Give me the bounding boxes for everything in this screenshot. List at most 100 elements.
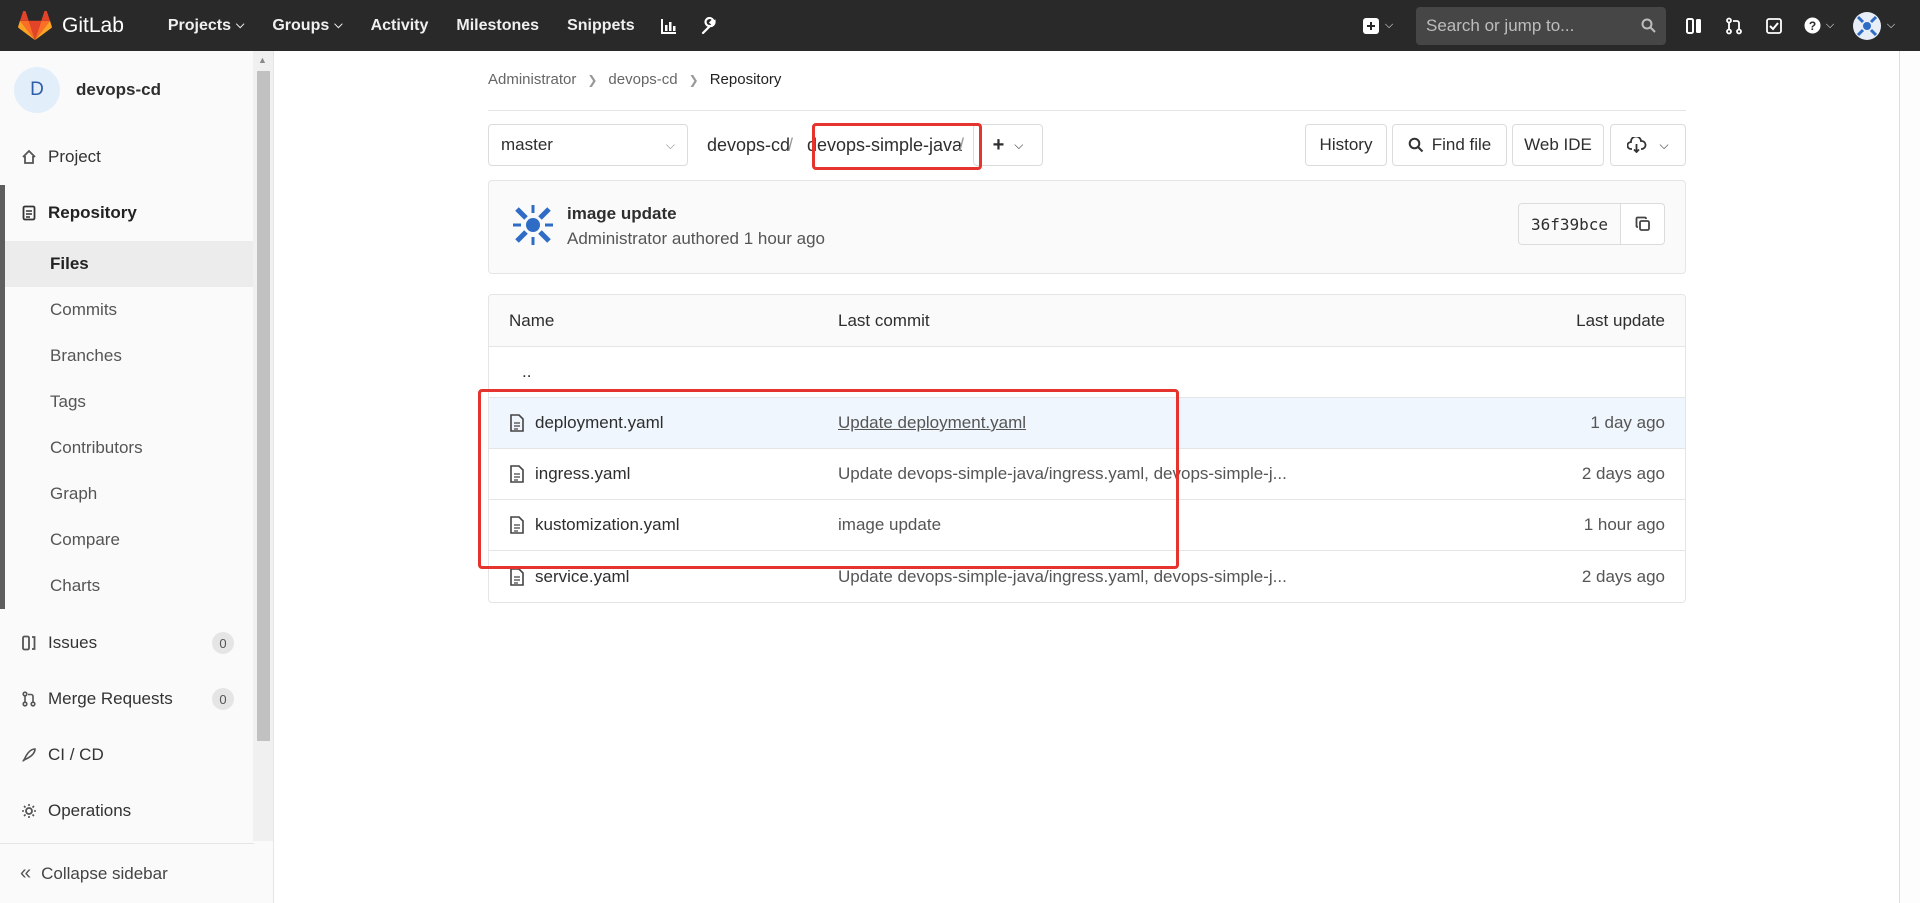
sidebar-subitem-contributors[interactable]: Contributors	[5, 425, 254, 471]
merge-requests-count-badge: 0	[212, 688, 234, 710]
file-name-cell: kustomization.yaml	[509, 500, 680, 550]
chevron-down-icon: ⌵	[1659, 137, 1669, 152]
search-bar[interactable]	[1416, 6, 1666, 45]
file-name-cell: service.yaml	[509, 551, 629, 602]
collapse-sidebar-button[interactable]: « Collapse sidebar	[0, 843, 254, 903]
file-icon	[510, 465, 524, 483]
nav-milestones[interactable]: Milestones	[442, 17, 553, 35]
sidebar-item-operations[interactable]: Operations	[0, 783, 254, 839]
chevron-down-icon: ⌵	[1014, 137, 1024, 152]
table-row[interactable]: ingress.yaml Update devops-simple-java/i…	[489, 449, 1685, 500]
merge-request-icon[interactable]	[1714, 9, 1754, 43]
commit-message-link[interactable]: Update devops-simple-java/ingress.yaml, …	[838, 567, 1287, 587]
web-ide-button[interactable]: Web IDE	[1512, 124, 1604, 166]
new-item-dropdown[interactable]: ⌵	[1352, 9, 1404, 43]
search-input[interactable]	[1426, 15, 1626, 36]
file-icon	[510, 516, 524, 534]
sidebar-item-cicd[interactable]: CI / CD	[0, 727, 254, 783]
table-row[interactable]: deployment.yaml Update deployment.yaml 1…	[489, 398, 1685, 449]
table-header: Name Last commit Last update	[489, 295, 1685, 347]
sidebar-project-name: devops-cd	[76, 80, 162, 99]
commit-message-cell: Update deployment.yaml	[838, 398, 1026, 448]
main-content: Administrator ❯ devops-cd ❯ Repository m…	[275, 51, 1900, 903]
sidebar-scrollbar[interactable]: ▲	[253, 51, 273, 841]
nav-projects-label: Projects	[167, 16, 232, 34]
gitlab-home-link[interactable]: GitLab	[18, 10, 124, 41]
top-navbar: GitLab Projects ⌵ Groups ⌵ Activity Milest…	[0, 0, 1920, 51]
sidebar-subitem-commits[interactable]: Commits	[5, 287, 254, 333]
sidebar-item-label: CI / CD	[48, 745, 104, 764]
sidebar-scrollbar-thumb[interactable]	[257, 71, 270, 741]
plus-square-icon	[1362, 17, 1379, 34]
path-root-link[interactable]: devops-cd	[707, 124, 790, 166]
double-chevron-left-icon: «	[20, 862, 32, 884]
nav-activity[interactable]: Activity	[357, 17, 443, 35]
chevron-down-icon: ⌵	[1384, 19, 1394, 31]
commit-message-link[interactable]: image update	[838, 515, 941, 535]
commit-message-link[interactable]: Update deployment.yaml	[838, 413, 1026, 433]
file-icon	[510, 414, 524, 432]
nav-snippets-label: Snippets	[567, 16, 635, 34]
path-dir-link[interactable]: devops-simple-java	[807, 124, 962, 166]
commit-title-link[interactable]: image update	[567, 204, 677, 224]
issues-icon	[20, 634, 38, 652]
sidebar-project-header[interactable]: D devops-cd	[0, 51, 273, 129]
sidebar-item-label: Operations	[48, 801, 132, 820]
sidebar-item-project[interactable]: Project	[0, 129, 254, 185]
path-separator: /	[788, 134, 794, 155]
nav-snippets[interactable]: Snippets	[553, 17, 649, 35]
rocket-icon	[20, 746, 38, 764]
last-update-cell: 1 hour ago	[1583, 515, 1665, 534]
todo-icon[interactable]	[1754, 9, 1794, 43]
parent-dir-link[interactable]: ..	[522, 347, 531, 397]
plus-icon: +	[992, 133, 1005, 156]
commit-sha[interactable]: 36f39bce	[1517, 203, 1621, 245]
gitlab-logo-icon	[18, 10, 52, 40]
sidebar-toggle-icon[interactable]	[1674, 9, 1714, 43]
commit-message-link[interactable]: Update devops-simple-java/ingress.yaml, …	[838, 464, 1287, 484]
find-file-label: Find file	[1431, 135, 1492, 154]
sidebar-subitem-graph[interactable]: Graph	[5, 471, 254, 517]
sidebar-item-merge-requests[interactable]: Merge Requests 0	[0, 671, 254, 727]
breadcrumb-project[interactable]: devops-cd	[608, 71, 677, 88]
nav-projects[interactable]: Projects ⌵	[154, 17, 258, 35]
branch-selector[interactable]: master ⌵	[488, 124, 688, 166]
parent-dir-row[interactable]: ..	[489, 347, 1685, 398]
copy-sha-button[interactable]	[1621, 203, 1665, 245]
help-dropdown[interactable]: ? ⌵	[1794, 9, 1844, 43]
sidebar-subitem-branches[interactable]: Branches	[5, 333, 254, 379]
svg-text:?: ?	[1809, 19, 1816, 33]
sidebar-subitem-charts[interactable]: Charts	[5, 563, 254, 609]
search-icon	[1641, 18, 1656, 33]
chevron-down-icon: ⌵	[334, 19, 343, 31]
breadcrumb-administrator[interactable]: Administrator	[488, 71, 576, 88]
help-icon: ?	[1804, 17, 1821, 34]
file-link[interactable]: deployment.yaml	[535, 413, 664, 433]
sidebar-subitem-compare[interactable]: Compare	[5, 517, 254, 563]
breadcrumb-repository[interactable]: Repository	[710, 71, 782, 88]
file-link[interactable]: service.yaml	[535, 567, 629, 587]
sidebar-subitem-files[interactable]: Files	[5, 241, 254, 287]
sidebar-subitem-tags[interactable]: Tags	[5, 379, 254, 425]
scroll-up-icon[interactable]: ▲	[258, 55, 267, 65]
user-avatar-icon	[1852, 11, 1881, 40]
history-button[interactable]: History	[1305, 124, 1387, 166]
file-tree-table: Name Last commit Last update .. deployme…	[488, 294, 1686, 603]
file-link[interactable]: ingress.yaml	[535, 464, 630, 484]
download-dropdown[interactable]: ⌵	[1610, 124, 1686, 166]
commit-message-cell: image update	[838, 500, 941, 550]
user-menu[interactable]: ⌵	[1844, 9, 1904, 43]
nav-groups[interactable]: Groups ⌵	[258, 17, 356, 35]
merge-request-icon	[20, 690, 38, 708]
file-link[interactable]: kustomization.yaml	[535, 515, 680, 535]
find-file-button[interactable]: Find file	[1392, 124, 1507, 166]
sidebar-item-repository[interactable]: Repository	[0, 185, 254, 241]
table-row[interactable]: kustomization.yaml image update 1 hour a…	[489, 500, 1685, 551]
sidebar-item-label: Project	[48, 147, 101, 166]
table-row[interactable]: service.yaml Update devops-simple-java/i…	[489, 551, 1685, 602]
wrench-icon[interactable]	[689, 9, 729, 43]
sidebar-item-issues[interactable]: Issues 0	[0, 615, 254, 671]
chart-icon[interactable]	[649, 9, 689, 43]
add-to-tree-dropdown[interactable]: + ⌵	[973, 124, 1043, 166]
page-scrollbar[interactable]	[1899, 51, 1920, 903]
